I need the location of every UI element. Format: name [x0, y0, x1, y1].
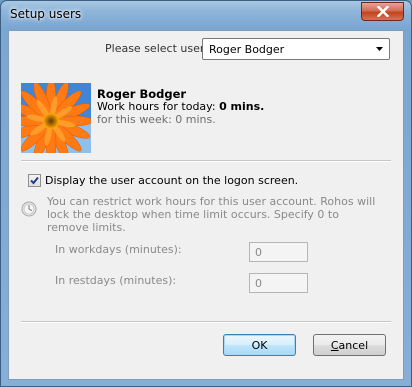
logon-checkbox-label[interactable]: Display the user account on the logon sc…	[45, 174, 298, 187]
dialog-body: Please select user: Roger Bodger Roger B…	[8, 30, 404, 380]
checkmark-icon	[30, 176, 39, 185]
setup-users-window: Setup users Please select user: Roger Bo…	[0, 0, 412, 387]
title-bar[interactable]: Setup users	[1, 1, 411, 29]
logon-checkbox[interactable]	[28, 174, 41, 187]
chevron-down-icon	[376, 47, 383, 51]
divider-bottom	[21, 321, 391, 323]
close-button[interactable]	[361, 2, 404, 21]
ok-button[interactable]: OK	[223, 334, 296, 356]
user-select-value: Roger Bodger	[209, 43, 285, 56]
cancel-button[interactable]: Cancel	[313, 334, 386, 356]
workdays-input[interactable]: 0	[249, 242, 308, 262]
workdays-label: In workdays (minutes):	[55, 243, 182, 256]
restdays-input[interactable]: 0	[249, 273, 308, 293]
select-user-label: Please select user:	[105, 42, 208, 55]
cancel-button-label: Cancel	[331, 339, 368, 352]
cancel-rest: ancel	[338, 338, 369, 352]
close-icon	[376, 6, 389, 17]
divider-top	[21, 160, 391, 162]
user-avatar	[21, 83, 91, 153]
user-name: Roger Bodger	[97, 87, 187, 101]
user-select[interactable]: Roger Bodger	[202, 38, 390, 60]
info-text: You can restrict work hours for this use…	[47, 195, 376, 234]
window-title: Setup users	[10, 7, 82, 21]
hours-week: for this week: 0 mins.	[97, 113, 216, 126]
hours-today-label: Work hours for today:	[97, 100, 216, 113]
flower-avatar	[21, 83, 91, 153]
hours-today-value: 0 mins.	[219, 100, 265, 113]
hours-today: Work hours for today: 0 mins.	[97, 100, 264, 113]
ok-button-label: OK	[251, 338, 268, 352]
clock-icon	[21, 201, 37, 217]
restdays-label: In restdays (minutes):	[55, 274, 177, 287]
cancel-mnemonic: C	[330, 338, 339, 352]
